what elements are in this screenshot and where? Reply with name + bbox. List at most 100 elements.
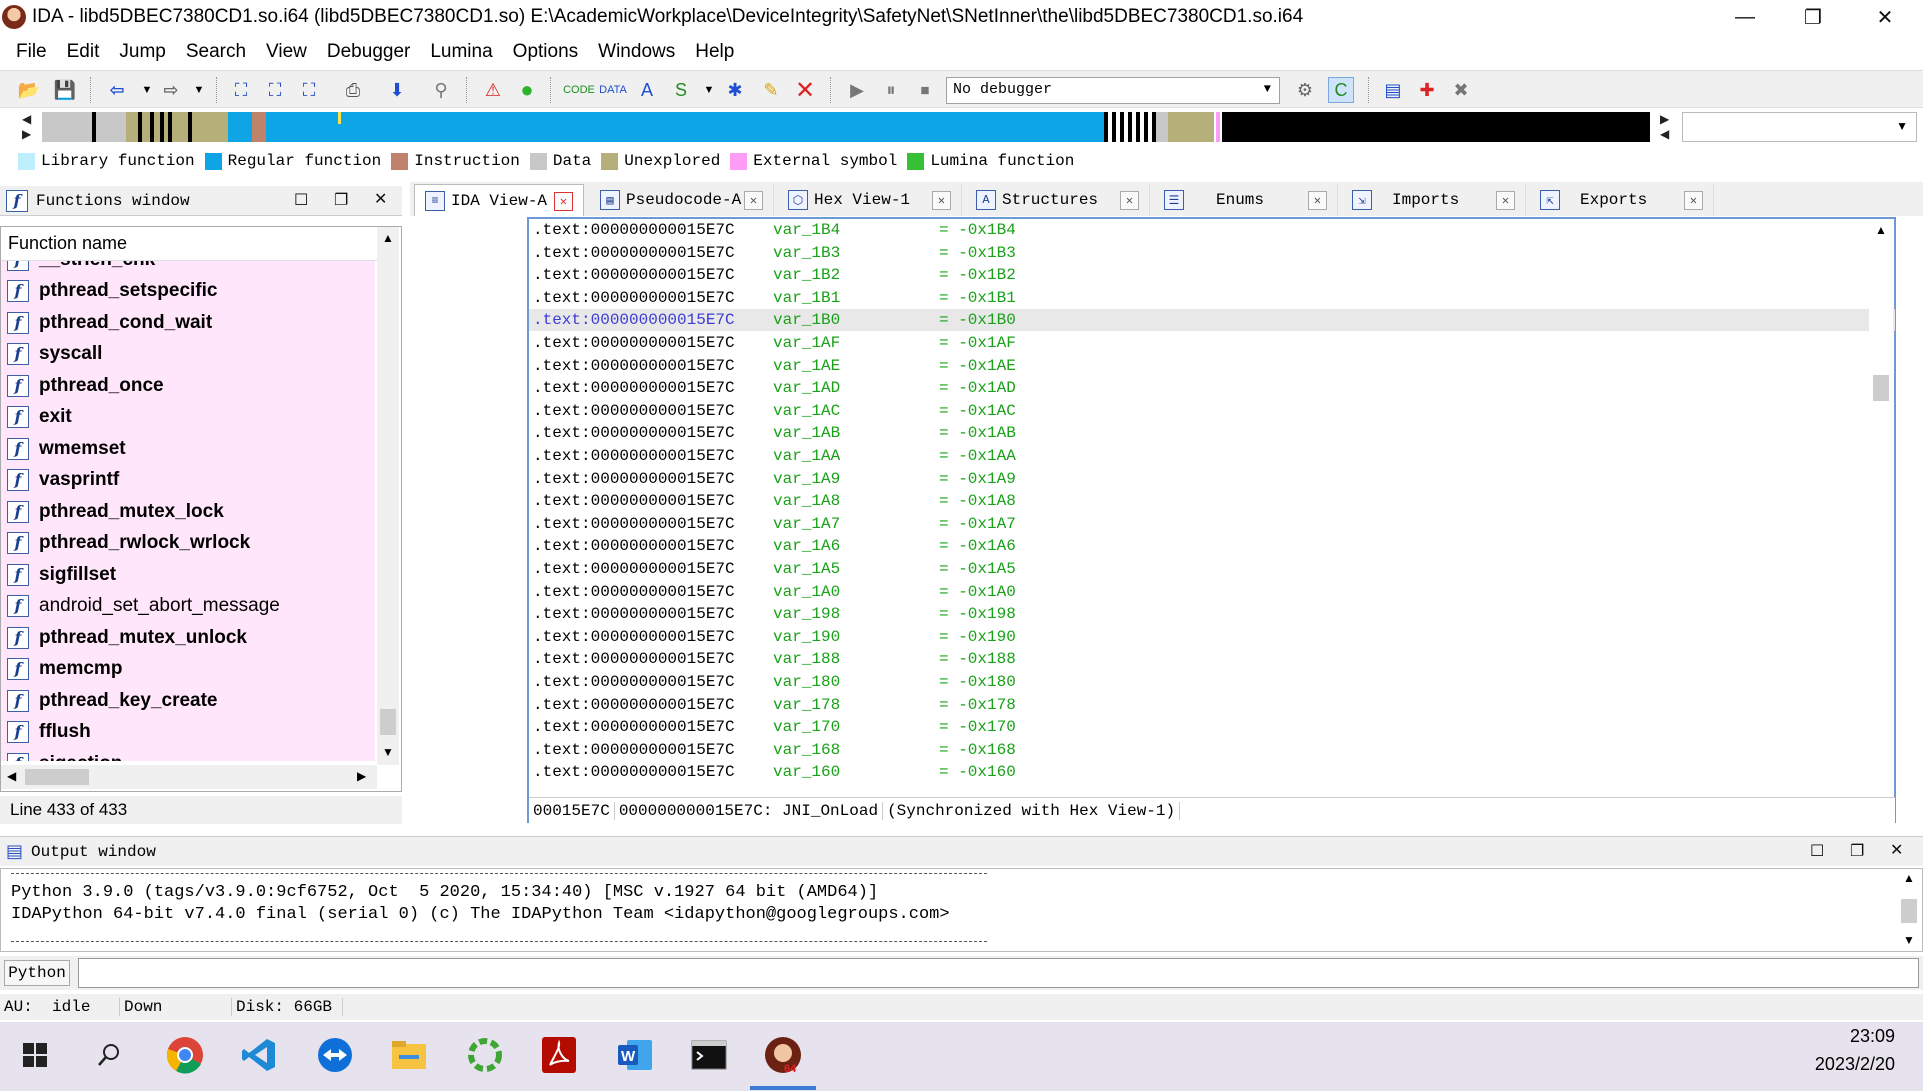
stack-variable-name[interactable]: var_1B2 (773, 264, 840, 286)
disasm-line[interactable]: .text:000000000015E7C var_1B3 = -0x1B3 (529, 242, 1895, 264)
scroll-up-icon[interactable]: ▲ (1903, 871, 1915, 885)
delete-function-icon[interactable]: ✕ (792, 77, 818, 104)
teamviewer-icon[interactable] (312, 1032, 358, 1078)
stack-variable-name[interactable]: var_178 (773, 694, 840, 716)
scroll-down-icon[interactable]: ▼ (382, 745, 394, 759)
tab-ida-view-a[interactable]: ≡ IDA View-A ✕ (414, 184, 584, 216)
segment-select[interactable]: ▼ (1682, 112, 1917, 142)
attach-process-icon[interactable]: ⚙ (1292, 77, 1318, 103)
disasm-line[interactable]: .text:000000000015E7C var_1A6 = -0x1A6 (529, 535, 1895, 557)
stack-variable-name[interactable]: var_1B0 (773, 309, 840, 331)
close-tab-icon[interactable]: ✕ (1684, 191, 1703, 210)
stack-variable-name[interactable]: var_1A9 (773, 468, 840, 490)
taskbar-date[interactable]: 2023/2/20 (1815, 1054, 1895, 1075)
forward-arrow-icon[interactable]: ⇨ (158, 77, 184, 103)
menu-help[interactable]: Help (685, 41, 744, 63)
close-tab-icon[interactable]: ✕ (1120, 191, 1139, 210)
menu-windows[interactable]: Windows (588, 41, 685, 63)
function-item[interactable]: f exit (1, 401, 375, 432)
stack-variable-name[interactable]: var_168 (773, 739, 840, 761)
functions-list[interactable]: Function name f __strlen_chk f pthread_set… (0, 226, 402, 792)
menu-lumina[interactable]: Lumina (420, 41, 502, 63)
green-app-icon[interactable] (462, 1032, 508, 1078)
make-data-icon[interactable]: DATA (599, 77, 627, 103)
make-struct-icon[interactable]: S (668, 77, 694, 103)
make-string-icon[interactable]: A (634, 77, 660, 103)
function-item[interactable]: f pthread_mutex_unlock (1, 622, 375, 653)
terminal-icon[interactable] (686, 1032, 732, 1078)
restore-button[interactable]: ❐ (1778, 0, 1848, 34)
search-direction-status[interactable]: Down (120, 998, 232, 1016)
menu-jump[interactable]: Jump (109, 41, 175, 63)
disasm-line[interactable]: .text:000000000015E7C var_1A0 = -0x1A0 (529, 581, 1895, 603)
stack-variable-name[interactable]: var_1A8 (773, 490, 840, 512)
close-tab-icon[interactable]: ✕ (1308, 191, 1327, 210)
disasm-line[interactable]: .text:000000000015E7C var_1A7 = -0x1A7 (529, 513, 1895, 535)
start-debugger-icon[interactable]: ▶ (844, 77, 870, 103)
disasm-line[interactable]: .text:000000000015E7C var_1AE = -0x1AE (529, 355, 1895, 377)
green-circle-icon[interactable]: ● (514, 77, 540, 103)
binary-search-icon[interactable]: ⛶ (296, 77, 322, 103)
stack-variable-name[interactable]: var_190 (773, 626, 840, 648)
scrollbar-thumb[interactable] (1873, 375, 1889, 401)
function-item[interactable]: f wmemset (1, 433, 375, 464)
disasm-line[interactable]: .text:000000000015E7C var_1AB = -0x1AB (529, 422, 1895, 444)
stack-variable-name[interactable]: var_1A5 (773, 558, 840, 580)
back-dropdown-icon[interactable]: ▼ (134, 77, 160, 103)
stack-variable-name[interactable]: var_1B1 (773, 287, 840, 309)
disasm-line[interactable]: .text:000000000015E7C var_178 = -0x178 (529, 694, 1895, 716)
function-item[interactable]: f fflush (1, 716, 375, 747)
stack-variable-name[interactable]: var_1A6 (773, 535, 840, 557)
function-item[interactable]: f pthread_mutex_lock (1, 496, 375, 527)
close-tab-icon[interactable]: ✕ (554, 192, 573, 211)
forward-dropdown-icon[interactable]: ▼ (186, 77, 212, 103)
stack-variable-name[interactable]: var_1AE (773, 355, 840, 377)
close-button[interactable]: ✕ (1850, 0, 1920, 34)
windows-start-icon[interactable] (12, 1032, 58, 1078)
vscode-icon[interactable] (236, 1032, 282, 1078)
ida-icon[interactable]: 64 (760, 1032, 806, 1078)
function-name-column-header[interactable]: Function name (1, 227, 379, 261)
scroll-up-icon[interactable]: ▲ (382, 231, 394, 245)
function-item[interactable]: f android_set_abort_message (1, 590, 375, 621)
stack-variable-name[interactable]: var_1B4 (773, 219, 840, 241)
menu-debugger[interactable]: Debugger (317, 41, 420, 63)
function-item[interactable]: f __strlen_chk (1, 261, 375, 275)
function-item[interactable]: f syscall (1, 338, 375, 369)
functions-horizontal-scrollbar[interactable]: ◀ ▶ (1, 765, 377, 789)
file-explorer-icon[interactable] (386, 1032, 432, 1078)
disasm-line[interactable]: .text:000000000015E7C var_188 = -0x188 (529, 648, 1895, 670)
disasm-line[interactable]: .text:000000000015E7C var_1A5 = -0x1A5 (529, 558, 1895, 580)
menu-view[interactable]: View (256, 41, 317, 63)
print-icon[interactable]: ⎙ (340, 77, 366, 103)
scroll-down-icon[interactable]: ▼ (1903, 933, 1915, 947)
disasm-line[interactable]: .text:000000000015E7C var_198 = -0x198 (529, 603, 1895, 625)
float-panel-icon[interactable]: ❐ (1850, 841, 1864, 861)
function-item[interactable]: f pthread_key_create (1, 685, 375, 716)
stack-variable-name[interactable]: var_1A7 (773, 513, 840, 535)
stack-variable-name[interactable]: var_1AF (773, 332, 840, 354)
make-code-icon[interactable]: CODE (563, 77, 595, 103)
python-command-input[interactable] (78, 958, 1919, 988)
disasm-line[interactable]: .text:000000000015E7C var_1A9 = -0x1A9 (529, 468, 1895, 490)
struct-dropdown-icon[interactable]: ▼ (696, 77, 722, 103)
stack-variable-name[interactable]: var_1AA (773, 445, 840, 467)
stack-variable-name[interactable]: var_1AD (773, 377, 840, 399)
tab-exports[interactable]: ⇱ Exports ✕ (1530, 184, 1714, 216)
remove-breakpoint-icon[interactable]: ✖ (1448, 77, 1474, 103)
text-search-icon[interactable]: ⛶ (262, 77, 288, 103)
disasm-line[interactable]: .text:000000000015E7C var_1B0 = -0x1B0 (529, 309, 1895, 332)
save-icon[interactable]: 💾 (52, 77, 78, 103)
tab-structures[interactable]: A Structures ✕ (966, 184, 1150, 216)
close-tab-icon[interactable]: ✕ (744, 191, 763, 210)
disasm-line[interactable]: .text:000000000015E7C var_1AD = -0x1AD (529, 377, 1895, 399)
function-item[interactable]: f sigfillset (1, 559, 375, 590)
function-item[interactable]: f pthread_once (1, 370, 375, 401)
scroll-up-icon[interactable]: ▲ (1875, 223, 1887, 237)
tab-hex-view-1[interactable]: ⬡ Hex View-1 ✕ (778, 184, 962, 216)
disasm-line[interactable]: .text:000000000015E7C var_170 = -0x170 (529, 716, 1895, 738)
breakpoints-list-icon[interactable]: ▤ (1380, 77, 1406, 103)
close-tab-icon[interactable]: ✕ (932, 191, 951, 210)
pause-debugger-icon[interactable]: ⏸ (878, 77, 904, 103)
nav-end-right-arrow-icon[interactable]: ▶ (1660, 112, 1669, 126)
